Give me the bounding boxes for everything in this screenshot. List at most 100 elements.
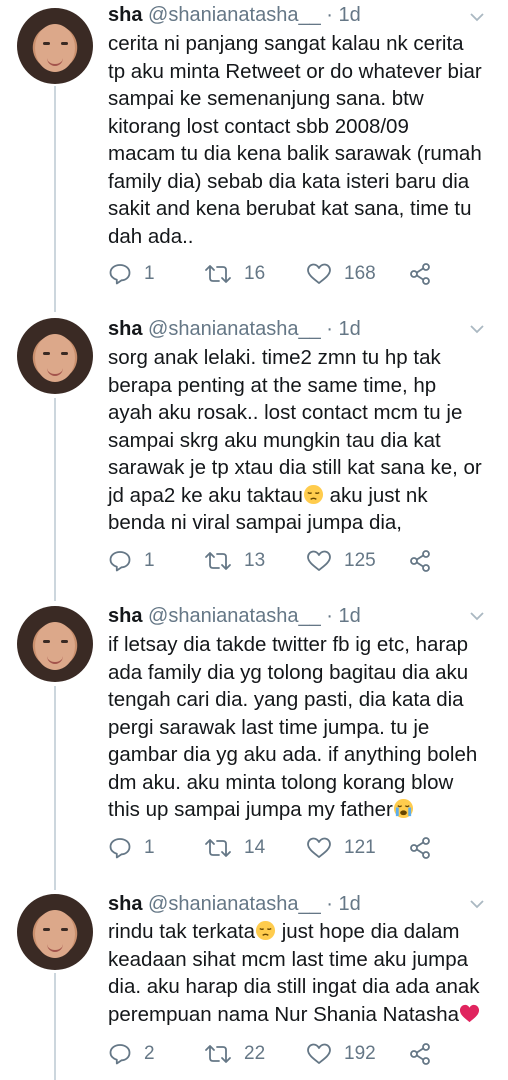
tweet[interactable]: sha @shanianatasha__ · 1d rindu tak terk… (0, 886, 508, 1080)
tweet-line: sorg anak lelaki. time2 zmn tu hp tak (108, 346, 441, 369)
tweet-line: benda ni viral sampai jumpa dia, (108, 511, 402, 534)
retweet-button[interactable]: 13 (204, 546, 265, 576)
reply-button[interactable]: 1 (108, 259, 155, 289)
tweet-line: if letsay dia takde twitter fb ig etc, h… (108, 633, 469, 656)
reply-button[interactable]: 1 (108, 833, 155, 863)
retweet-count: 14 (244, 837, 266, 858)
separator-dot: · (326, 605, 333, 627)
avatar[interactable] (17, 8, 93, 84)
share-button[interactable] (408, 833, 432, 863)
tweet-line: jd apa2 ke aku taktau aku just nk (108, 482, 493, 510)
tweet-line: keadaan sihat mcm last time aku jumpa (108, 947, 469, 971)
tweet[interactable]: sha @shanianatasha__ · 1d sorg anak lela… (0, 310, 508, 598)
tweet-line-end: just hope dia dalam (276, 920, 460, 943)
tweet-header: sha @shanianatasha__ · 1d (108, 3, 361, 27)
avatar[interactable] (17, 894, 93, 970)
share-icon (410, 263, 430, 285)
tweet-line-start: perempuan nama Nur Shania Natasha (108, 1002, 459, 1026)
tweet-header: sha @shanianatasha__ · 1d (108, 892, 361, 916)
tweet-line: ada family dia yg tolong bagitau dia aku (108, 660, 469, 684)
reply-count: 2 (144, 1043, 155, 1064)
tweet-line: rindu tak terkata just hope dia dalam (108, 918, 493, 946)
pensive-face-emoji-icon (255, 920, 276, 941)
like-count: 121 (344, 837, 376, 858)
tweet[interactable]: sha @shanianatasha__ · 1d if letsay dia … (0, 598, 508, 886)
display-name[interactable]: sha (108, 605, 142, 627)
share-button[interactable] (408, 259, 432, 289)
timestamp[interactable]: 1d (338, 893, 360, 915)
pensive-face-emoji-icon (303, 484, 323, 504)
tweet-line: this up sampai jumpa my father (108, 796, 493, 824)
tweet-line: dia. aku harap dia still ingat dia ada a… (108, 975, 480, 998)
reply-icon (109, 1044, 131, 1065)
avatar[interactable] (17, 318, 93, 394)
tweet-line: cerita ni panjang sangat kalau nk cerita (108, 32, 464, 55)
chevron-down-icon[interactable] (470, 10, 484, 24)
reply-icon (109, 264, 131, 285)
crying-face-emoji-icon (393, 798, 413, 819)
separator-dot: · (326, 4, 333, 26)
reply-button[interactable]: 1 (108, 546, 155, 576)
share-icon (410, 837, 430, 859)
retweet-icon (205, 839, 231, 857)
separator-dot: · (326, 318, 333, 340)
display-name[interactable]: sha (108, 4, 142, 26)
timestamp[interactable]: 1d (338, 318, 360, 340)
reply-button[interactable]: 2 (108, 1039, 155, 1069)
reply-count: 1 (144, 837, 155, 858)
share-button[interactable] (408, 546, 432, 576)
display-name[interactable]: sha (108, 318, 142, 340)
like-count: 168 (344, 263, 376, 284)
user-handle[interactable]: @shanianatasha__ (148, 4, 321, 26)
like-button[interactable]: 125 (306, 546, 376, 576)
heart-icon (307, 837, 331, 858)
tweet-line: tp aku minta Retweet or do whatever biar (108, 59, 482, 83)
retweet-button[interactable]: 22 (204, 1039, 265, 1069)
tweet-line: kitorang lost contact sbb 2008/09 (108, 114, 409, 138)
chevron-down-icon[interactable] (470, 322, 484, 336)
tweet[interactable]: sha @shanianatasha__ · 1d cerita ni panj… (0, 0, 508, 310)
retweet-icon (205, 265, 231, 283)
tweet-line: pergi sarawak last time jumpa. tu je (108, 715, 430, 739)
retweet-count: 13 (244, 550, 266, 571)
like-count: 125 (344, 550, 376, 571)
tweet-line: gambar dia yg aku ada. if anything boleh (108, 743, 478, 766)
reply-count: 1 (144, 263, 155, 284)
user-handle[interactable]: @shanianatasha__ (148, 605, 321, 627)
tweet-line-end: aku just nk (323, 483, 428, 507)
retweet-icon (205, 552, 231, 570)
tweet-header: sha @shanianatasha__ · 1d (108, 604, 361, 628)
retweet-button[interactable]: 14 (204, 833, 265, 863)
tweet-line: sampai ke semenanjung sana. btw (108, 87, 424, 110)
user-handle[interactable]: @shanianatasha__ (148, 893, 321, 915)
retweet-icon (205, 1045, 231, 1063)
tweet-line: perempuan nama Nur Shania Natasha (108, 1001, 493, 1029)
tweet-line: sarawak je tp xtau dia still kat sana ke… (108, 456, 482, 479)
separator-dot: · (326, 893, 333, 915)
share-button[interactable] (408, 1039, 432, 1069)
tweet-line: dm aku. aku minta tolong korang blow (108, 770, 454, 794)
avatar[interactable] (17, 606, 93, 682)
like-button[interactable]: 121 (306, 833, 376, 863)
tweet-line: macam tu dia kena balik sarawak (rumah (108, 142, 482, 165)
like-button[interactable]: 168 (306, 259, 376, 289)
chevron-down-icon[interactable] (470, 609, 484, 623)
tweet-header: sha @shanianatasha__ · 1d (108, 317, 361, 341)
timestamp[interactable]: 1d (338, 4, 360, 26)
timestamp[interactable]: 1d (338, 605, 360, 627)
tweet-line-start: rindu tak terkata (108, 920, 255, 943)
heart-icon (307, 550, 331, 571)
user-handle[interactable]: @shanianatasha__ (148, 318, 321, 340)
tweet-line: sampai skrg aku mungkin tau dia kat (108, 428, 441, 452)
like-button[interactable]: 192 (306, 1039, 376, 1069)
tweet-text: if letsay dia takde twitter fb ig etc, h… (108, 631, 493, 824)
chevron-down-icon[interactable] (470, 897, 484, 911)
reply-count: 1 (144, 550, 155, 571)
tweet-line-start: this up sampai jumpa my father (108, 798, 393, 821)
display-name[interactable]: sha (108, 893, 142, 915)
retweet-count: 16 (244, 263, 266, 284)
tweet-line: sakit and kena berubat kat sana, time tu (108, 197, 472, 220)
retweet-button[interactable]: 16 (204, 259, 265, 289)
tweet-text: rindu tak terkata just hope dia dalam ke… (108, 918, 493, 1028)
tweet-line-start: jd apa2 ke aku taktau (108, 483, 303, 507)
